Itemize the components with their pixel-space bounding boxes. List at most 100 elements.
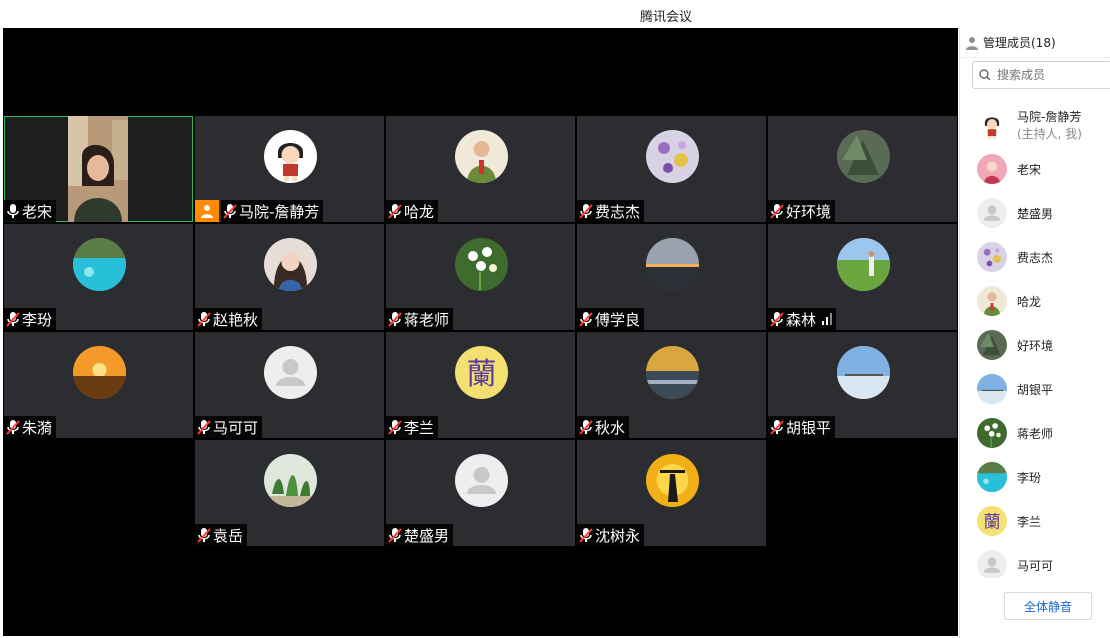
video-tile[interactable]: 蘭李兰 (386, 332, 575, 438)
member-text: 哈龙 (1017, 293, 1041, 310)
video-tile[interactable]: 秋水 (577, 332, 766, 438)
panel-footer: 全体静音 (960, 578, 1110, 638)
member-name: 马可可 (1017, 558, 1054, 573)
participant-name-bar: 森林 (768, 308, 837, 330)
network-signal-icon (822, 313, 833, 325)
video-tile[interactable]: 胡银平 (768, 332, 957, 438)
member-row[interactable]: 好环境 (960, 323, 1110, 367)
participant-name-bar: 沈树永 (577, 524, 645, 546)
participant-name: 傅学良 (595, 310, 641, 329)
participant-avatar (263, 454, 317, 507)
participant-avatar (263, 130, 317, 183)
member-avatar (977, 242, 1007, 272)
camera-video-feed (68, 116, 128, 222)
participant-avatar (645, 238, 699, 291)
member-name: 李玢 (1017, 470, 1042, 485)
video-tile[interactable]: 傅学良 (577, 224, 766, 330)
avatar-image (645, 346, 699, 399)
video-tile[interactable]: 马院-詹静芳 (195, 116, 384, 222)
member-avatar (977, 374, 1007, 404)
avatar-image (977, 154, 1007, 184)
member-row[interactable]: 蘭 李兰 (960, 499, 1110, 543)
participant-name-bar: 袁岳 (195, 524, 248, 546)
member-search[interactable] (972, 61, 1110, 89)
participant-avatar (836, 346, 890, 399)
svg-text:蘭: 蘭 (984, 513, 1001, 533)
member-text: 李兰 (1017, 513, 1041, 530)
mic-muted-icon (770, 204, 784, 219)
participant-name-bar: 朱漪 (4, 416, 57, 438)
participant-name: 李兰 (404, 418, 435, 437)
avatar-image (263, 238, 317, 291)
video-tile[interactable]: 马可可 (195, 332, 384, 438)
avatar-image (977, 110, 1007, 140)
member-row[interactable]: 李玢 (960, 455, 1110, 499)
member-row[interactable]: 老宋 (960, 147, 1110, 191)
video-tile[interactable]: 楚盛男 (386, 440, 575, 546)
mic-muted-icon (197, 528, 211, 543)
member-count-label: 管理成员(18) (983, 36, 1056, 50)
mic-muted-icon (579, 528, 593, 543)
video-tile[interactable]: 赵艳秋 (195, 224, 384, 330)
member-row[interactable]: 蒋老师 (960, 411, 1110, 455)
member-avatar (977, 110, 1007, 140)
member-name: 蒋老师 (1017, 426, 1054, 441)
video-tile[interactable]: 老宋 (4, 116, 193, 222)
participant-name: 胡银平 (786, 418, 832, 437)
video-tile[interactable]: 李玢 (4, 224, 193, 330)
participant-avatar: 蘭 (454, 346, 508, 399)
mic-muted-icon (579, 204, 593, 219)
participant-avatar (836, 130, 890, 183)
video-tile[interactable]: 好环境 (768, 116, 957, 222)
participant-name: 赵艳秋 (213, 310, 259, 329)
participant-name: 蒋老师 (404, 310, 450, 329)
avatar-image (263, 130, 317, 183)
member-row[interactable]: 马院-詹静芳 (主持人, 我) (960, 103, 1110, 147)
member-row[interactable]: 胡银平 (960, 367, 1110, 411)
participant-name-bar: 好环境 (768, 200, 836, 222)
participant-name: 费志杰 (595, 202, 641, 221)
mic-muted-icon (770, 312, 784, 327)
search-input[interactable] (995, 67, 1109, 83)
mic-muted-icon (223, 204, 237, 219)
member-text: 好环境 (1017, 337, 1053, 354)
member-avatar (977, 462, 1007, 492)
participant-name-bar: 赵艳秋 (195, 308, 263, 330)
avatar-image (72, 346, 126, 399)
member-row[interactable]: 楚盛男 (960, 191, 1110, 235)
member-row[interactable]: 哈龙 (960, 279, 1110, 323)
video-tile[interactable]: 费志杰 (577, 116, 766, 222)
member-avatar (977, 418, 1007, 448)
video-tile[interactable]: 袁岳 (195, 440, 384, 546)
mute-all-button[interactable]: 全体静音 (1004, 592, 1092, 620)
participant-name-bar: 秋水 (577, 416, 630, 438)
participant-name: 好环境 (786, 202, 832, 221)
participant-name-bar: 李兰 (386, 416, 439, 438)
search-icon (979, 69, 991, 81)
mic-muted-icon (388, 312, 402, 327)
member-name: 楚盛男 (1017, 206, 1054, 221)
window-title: 腾讯会议 (639, 10, 692, 25)
mic-muted-icon (197, 312, 211, 327)
video-tile[interactable]: 哈龙 (386, 116, 575, 222)
participant-avatar (263, 238, 317, 291)
avatar-image (454, 130, 508, 183)
member-name: 好环境 (1017, 338, 1054, 353)
member-name: 李兰 (1017, 514, 1042, 529)
member-name: 胡银平 (1017, 382, 1054, 397)
mic-muted-icon (579, 312, 593, 327)
participant-name-bar: 胡银平 (768, 416, 836, 438)
video-tile[interactable]: 蒋老师 (386, 224, 575, 330)
member-panel: 管理成员(18) 马院-詹静芳 (主持人, 我) 老宋楚盛男费志杰哈龙好环境胡银平蒋… (959, 28, 1110, 638)
member-list: 马院-詹静芳 (主持人, 我) 老宋楚盛男费志杰哈龙好环境胡银平蒋老师李玢蘭 李兰马可… (960, 103, 1110, 603)
participant-avatar (72, 346, 126, 399)
member-avatar (977, 198, 1007, 228)
video-tile[interactable]: 朱漪 (4, 332, 193, 438)
video-tile[interactable]: 森林 (768, 224, 957, 330)
avatar-image (263, 454, 317, 507)
mic-muted-icon (6, 420, 20, 435)
member-row[interactable]: 费志杰 (960, 235, 1110, 279)
video-tile[interactable]: 沈树永 (577, 440, 766, 546)
participant-avatar (836, 238, 890, 291)
participant-name: 朱漪 (22, 418, 53, 437)
